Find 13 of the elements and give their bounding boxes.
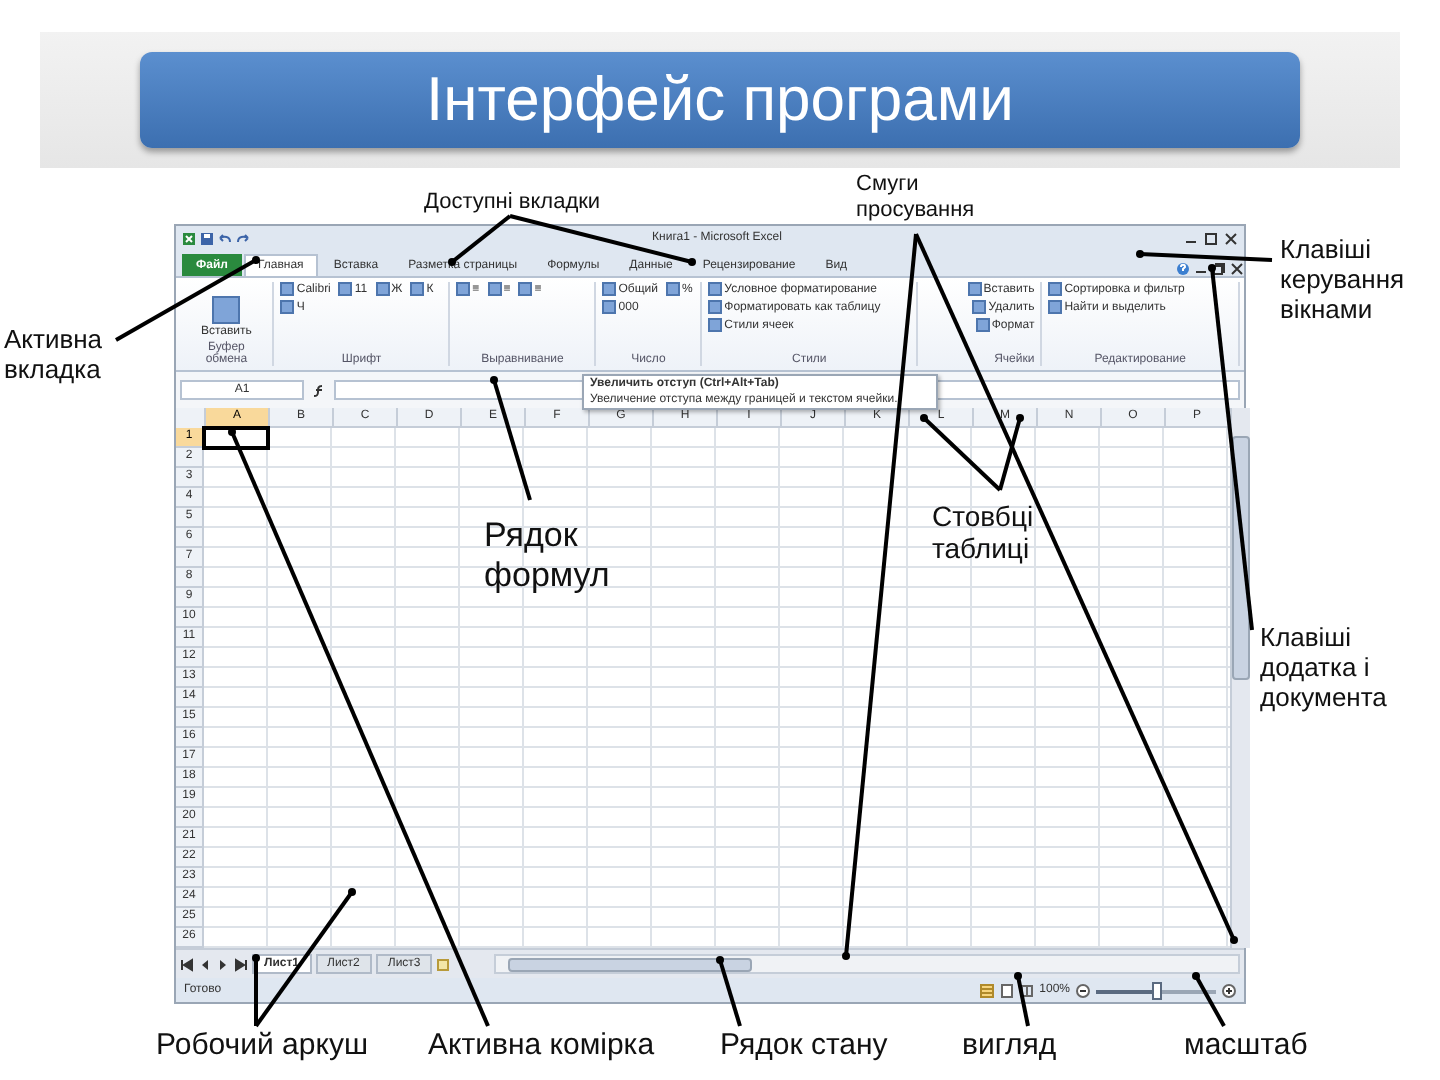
- callout-label: Смуги просування: [856, 172, 977, 223]
- callout-label: Активна комірка: [428, 1028, 657, 1063]
- slide-title: Інтерфейс програми: [426, 64, 1014, 136]
- callout-label: Рядок формул: [484, 516, 612, 595]
- callout-label: масштаб: [1184, 1028, 1310, 1063]
- callout-label: Рядок стану: [720, 1028, 890, 1063]
- callout-label: Клавіші додатка і документа: [1260, 624, 1389, 714]
- callout-label: Активна вкладка: [4, 326, 105, 386]
- callout-label: Клавіші керування вікнами: [1280, 236, 1407, 326]
- callout-label: Стовбці таблиці: [932, 500, 1036, 565]
- callout-label: вигляд: [962, 1028, 1059, 1063]
- callout-label: Доступні вкладки: [424, 190, 603, 216]
- callout-label: Робочий аркуш: [156, 1028, 370, 1063]
